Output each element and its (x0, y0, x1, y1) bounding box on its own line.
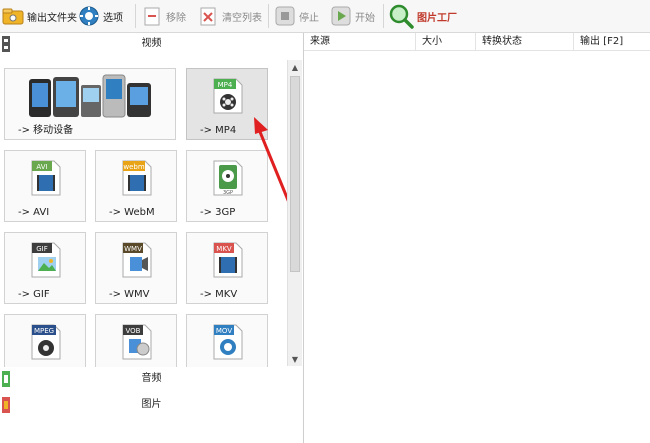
svg-text:MPEG: MPEG (34, 327, 54, 335)
category-video[interactable]: 视频 (0, 33, 303, 55)
svg-text:WMV: WMV (124, 245, 142, 253)
toolbar: 输出文件夹 选项 移除 清空列表 停止 开始 图片工厂 (0, 0, 650, 33)
mobile-devices-icon (29, 74, 151, 118)
svg-text:3GP: 3GP (223, 190, 233, 196)
stop-label: 停止 (299, 12, 319, 24)
gif-file-icon: GIF (29, 239, 63, 279)
tile-label: -> 3GP (200, 207, 236, 218)
wmv-file-icon: WMV (120, 239, 154, 279)
mov-file-icon: MOV (211, 321, 245, 361)
clear-list-label: 清空列表 (222, 12, 262, 24)
tile-label: -> MP4 (200, 125, 237, 136)
column-status[interactable]: 转换状态 (476, 33, 574, 51)
options-button[interactable]: 选项 (78, 0, 123, 32)
output-folder-button[interactable]: 输出文件夹 (2, 0, 77, 32)
category-picture[interactable]: 图片 (0, 394, 303, 416)
picture-factory-button[interactable]: 图片工厂 (388, 0, 457, 32)
category-panel: 视频 -> 移动设备 MP4 -> MP4 AVI -> AVI webm ->… (0, 33, 304, 443)
toolbar-separator (135, 4, 136, 28)
picture-factory-label: 图片工厂 (417, 12, 457, 24)
category-picture-label: 图片 (141, 399, 162, 410)
column-size[interactable]: 大小 (416, 33, 476, 51)
svg-text:VOB: VOB (126, 327, 141, 335)
picture-category-icon (2, 397, 10, 413)
tile-mobile-devices[interactable]: -> 移动设备 (4, 68, 176, 140)
folder-icon (2, 5, 24, 27)
tile-label: -> 移动设备 (18, 125, 74, 136)
magnifier-icon (388, 3, 414, 29)
tile-webm[interactable]: webm -> WebM (95, 150, 177, 222)
tile-mkv[interactable]: MKV -> MKV (186, 232, 268, 304)
category-video-label: 视频 (141, 38, 162, 49)
start-label: 开始 (355, 12, 375, 24)
remove-label: 移除 (166, 12, 186, 24)
tile-avi[interactable]: AVI -> AVI (4, 150, 86, 222)
svg-text:MOV: MOV (216, 327, 232, 335)
svg-text:webm: webm (123, 163, 144, 171)
tile-label: -> WMV (109, 289, 150, 300)
tile-label: -> GIF (18, 289, 50, 300)
start-button[interactable]: 开始 (330, 0, 375, 32)
audio-category-icon (2, 371, 10, 387)
tile-vob[interactable]: VOB (95, 314, 177, 367)
play-icon (330, 5, 352, 27)
mpeg-file-icon: MPEG (29, 321, 63, 361)
toolbar-separator (383, 4, 384, 28)
column-source[interactable]: 来源 (304, 33, 416, 51)
tile-label: -> WebM (109, 207, 155, 218)
tile-gif[interactable]: GIF -> GIF (4, 232, 86, 304)
tile-mov[interactable]: MOV (186, 314, 268, 367)
category-audio-label: 音频 (141, 373, 162, 384)
svg-text:AVI: AVI (36, 163, 47, 171)
clear-icon (197, 5, 219, 27)
badge-text: MP4 (218, 81, 233, 89)
svg-text:GIF: GIF (36, 245, 48, 253)
vob-file-icon: VOB (120, 321, 154, 361)
clear-list-button[interactable]: 清空列表 (197, 0, 262, 32)
remove-icon (141, 5, 163, 27)
tile-label: -> MKV (200, 289, 238, 300)
video-category-icon (2, 36, 10, 52)
column-output[interactable]: 输出 [F2] (574, 33, 650, 51)
toolbar-separator (268, 4, 269, 28)
tile-mpeg[interactable]: MPEG (4, 314, 86, 367)
mp4-file-icon: MP4 (211, 75, 245, 115)
mkv-file-icon: MKV (211, 239, 245, 279)
vertical-scrollbar[interactable]: ▲ ▼ (287, 60, 302, 366)
stop-button[interactable]: 停止 (274, 0, 319, 32)
webm-file-icon: webm (120, 157, 154, 197)
scroll-down-arrow-icon[interactable]: ▼ (288, 352, 302, 366)
tile-wmv[interactable]: WMV -> WMV (95, 232, 177, 304)
remove-button[interactable]: 移除 (141, 0, 186, 32)
svg-text:MKV: MKV (216, 245, 232, 253)
stop-icon (274, 5, 296, 27)
options-label: 选项 (103, 12, 123, 24)
gear-icon (78, 5, 100, 27)
scroll-up-arrow-icon[interactable]: ▲ (288, 60, 302, 74)
output-folder-label: 输出文件夹 (27, 12, 77, 24)
category-audio[interactable]: 音频 (0, 368, 303, 390)
scroll-thumb[interactable] (290, 76, 300, 272)
file-list[interactable]: 来源 大小 转换状态 输出 [F2] (304, 33, 650, 443)
avi-file-icon: AVI (29, 157, 63, 197)
tile-label: -> AVI (18, 207, 50, 218)
